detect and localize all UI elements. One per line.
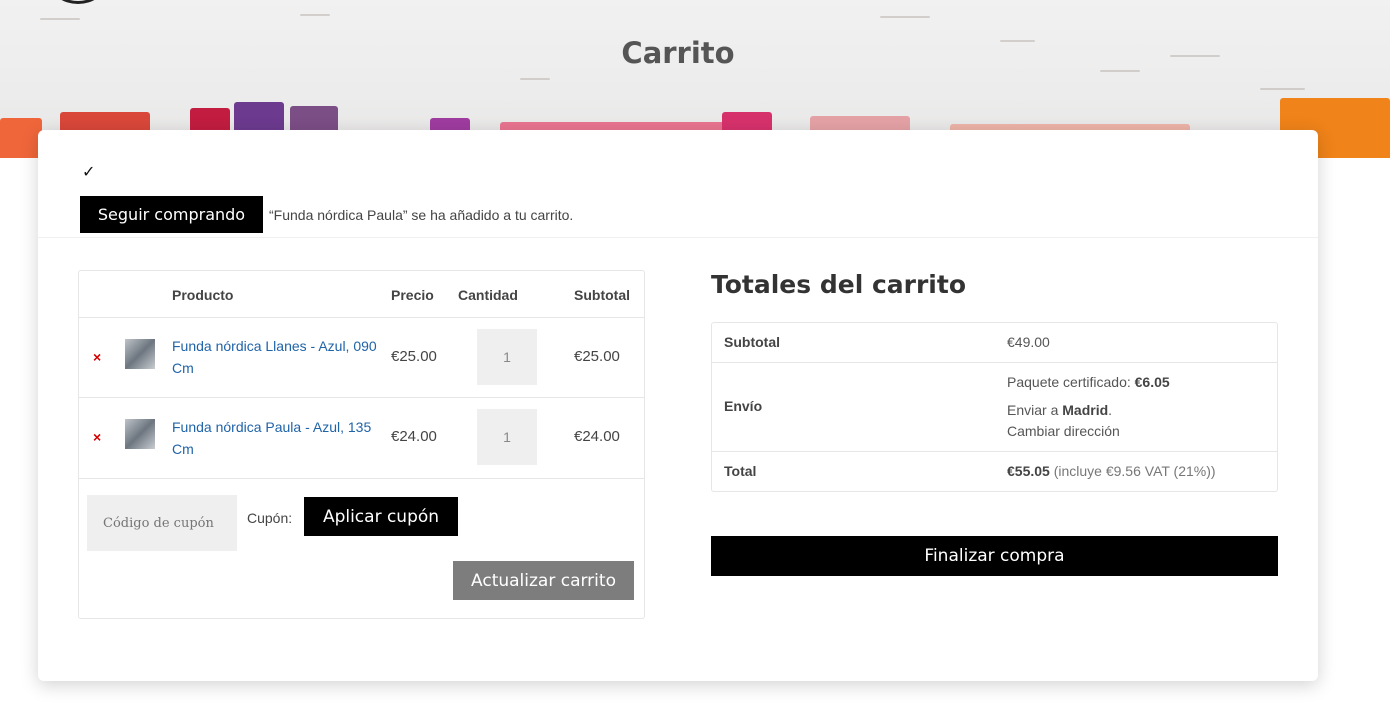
cart-card: ✓ Seguir comprando “Funda nórdica Paula”…: [38, 130, 1318, 681]
total-tax-note: (incluye €9.56 VAT (21%)): [1053, 463, 1216, 479]
divider: [79, 397, 644, 398]
ship-to-city: Madrid: [1062, 402, 1109, 418]
divider: [79, 317, 644, 318]
product-link[interactable]: Funda nórdica Llanes - Azul, 090 Cm: [172, 335, 377, 379]
shipping-label: Envío: [724, 398, 763, 414]
change-address-link[interactable]: Cambiar dirección: [1007, 423, 1120, 439]
item-subtotal: €24.00: [574, 428, 620, 445]
subtotal-value: €49.00: [1007, 334, 1050, 350]
product-thumbnail[interactable]: [125, 339, 155, 369]
notice-message: “Funda nórdica Paula” se ha añadido a tu…: [269, 207, 574, 223]
header-quantity: Cantidad: [458, 287, 518, 303]
coupon-code-input[interactable]: [87, 495, 237, 551]
checkout-button[interactable]: Finalizar compra: [711, 536, 1278, 576]
cart-totals-table: Subtotal €49.00 Envío Paquete certificad…: [711, 322, 1278, 492]
site-logo[interactable]: [50, 0, 106, 4]
cart-totals-title: Totales del carrito: [711, 270, 967, 299]
check-icon: ✓: [82, 164, 96, 181]
update-cart-button[interactable]: Actualizar carrito: [453, 561, 634, 600]
header-subtotal: Subtotal: [574, 287, 630, 303]
remove-item-icon[interactable]: ×: [93, 429, 101, 445]
page-title: Carrito: [621, 36, 735, 70]
header-product: Producto: [172, 287, 234, 303]
apply-coupon-button[interactable]: Aplicar cupón: [304, 497, 458, 536]
shipping-method: Paquete certificado: €6.05: [1007, 374, 1170, 390]
total-label: Total: [724, 463, 757, 479]
quantity-input[interactable]: [477, 409, 537, 465]
header-price: Precio: [391, 287, 434, 303]
divider: [79, 478, 644, 479]
cart-notice: ✓ Seguir comprando “Funda nórdica Paula”…: [38, 130, 1318, 238]
quantity-input[interactable]: [477, 329, 537, 385]
continue-shopping-button[interactable]: Seguir comprando: [80, 196, 263, 233]
item-price: €25.00: [391, 348, 437, 365]
divider: [712, 451, 1277, 452]
product-thumbnail[interactable]: [125, 419, 155, 449]
product-link[interactable]: Funda nórdica Paula - Azul, 135 Cm: [172, 416, 377, 460]
ship-to-suffix: .: [1108, 402, 1113, 418]
item-price: €24.00: [391, 428, 437, 445]
coupon-label: Cupón:: [247, 510, 293, 526]
shipping-destination: Enviar a Madrid.: [1007, 402, 1112, 418]
cart-table: Producto Precio Cantidad Subtotal × Fund…: [78, 270, 645, 619]
divider: [712, 362, 1277, 363]
subtotal-label: Subtotal: [724, 334, 780, 350]
shipping-cost: €6.05: [1134, 374, 1170, 390]
shipping-method-name: Paquete certificado:: [1007, 374, 1131, 390]
ship-to-prefix: Enviar a: [1007, 402, 1059, 418]
item-subtotal: €25.00: [574, 348, 620, 365]
remove-item-icon[interactable]: ×: [93, 349, 101, 365]
total-value: €55.05: [1007, 463, 1050, 479]
total-value-group: €55.05 (incluye €9.56 VAT (21%)): [1007, 463, 1216, 479]
